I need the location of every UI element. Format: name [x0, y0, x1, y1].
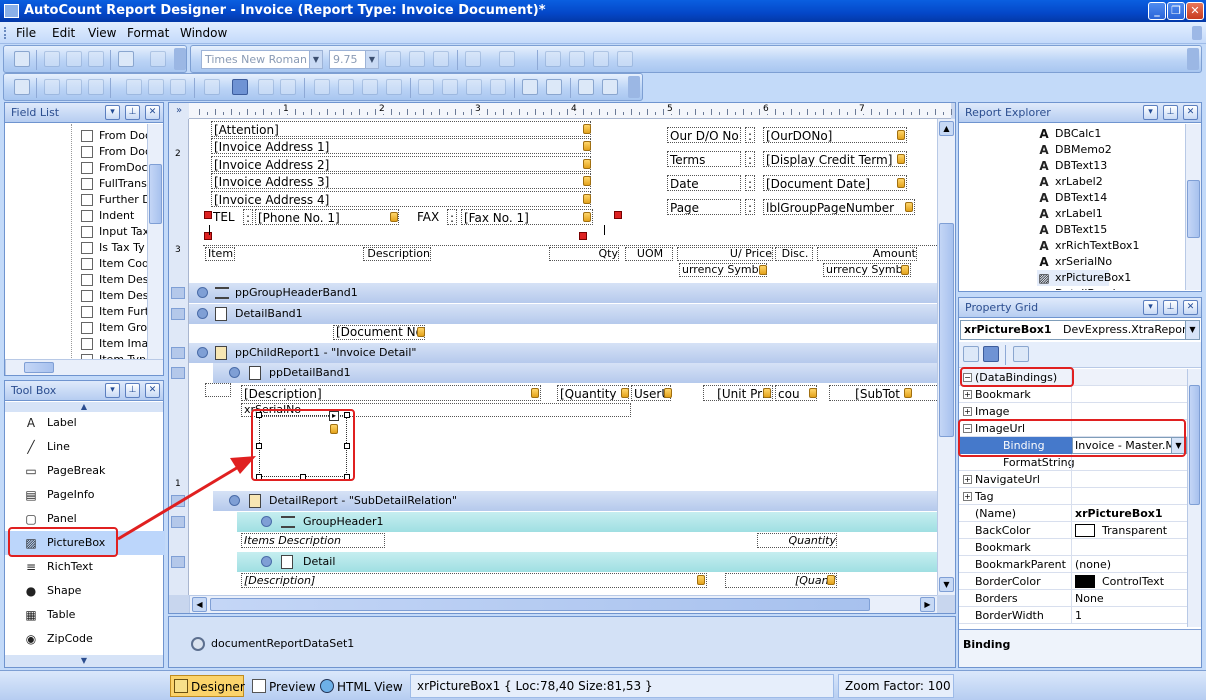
tab-designer[interactable]: Designer: [170, 675, 245, 697]
designer-icon: [174, 679, 188, 693]
annotation-arrow: [117, 456, 256, 541]
selection-info: xrPictureBox1 { Loc:78,40 Size:81,53 }: [410, 674, 834, 698]
status-bar: Designer Preview HTML View xrPictureBox1…: [0, 670, 1206, 700]
zoom-factor: Zoom Factor: 100: [838, 674, 954, 698]
tab-html-view[interactable]: HTML View: [316, 675, 404, 697]
globe-icon: [320, 679, 334, 693]
tab-preview[interactable]: Preview: [248, 675, 316, 697]
preview-icon: [252, 679, 266, 693]
